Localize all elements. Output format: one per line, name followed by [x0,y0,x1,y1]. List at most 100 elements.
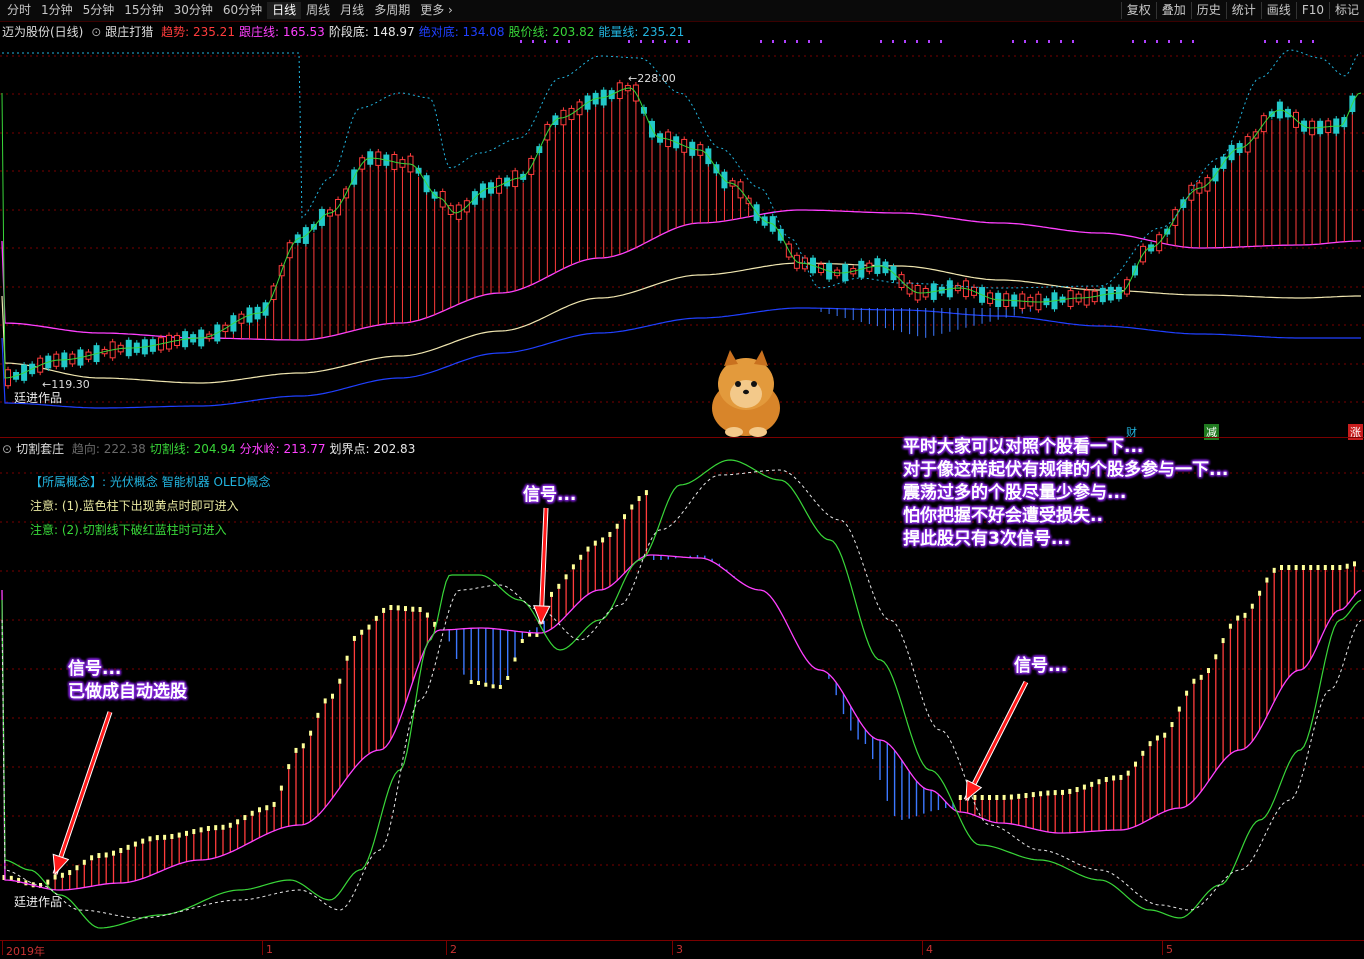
yellow-dot [579,554,583,560]
yellow-dot [309,730,313,736]
period-tab-5[interactable]: 60分钟 [218,2,267,19]
top-signal-dot [916,40,918,43]
yellow-dot [995,795,999,800]
yellow-dot [644,490,648,496]
yellow-dot [192,829,196,835]
sub-author-label: 廷进作品 [14,895,63,909]
yellow-dot [1338,565,1342,570]
yellow-dot [1323,565,1327,570]
yellow-dot [1265,577,1269,583]
yellow-dot [1294,565,1298,570]
toolbar-button-4[interactable]: 画线 [1260,2,1296,19]
yellow-dot [60,872,64,878]
yellow-dot [1068,788,1072,794]
yellow-dot [389,605,393,611]
yellow-dot [1221,638,1225,644]
top-signal-dot [892,40,894,43]
energy-upper-line [2,49,1362,289]
yellow-dot [958,795,962,800]
dog-image [708,350,784,438]
advice-line-2: 震荡过多的个股尽量少参与... [903,483,1127,503]
yellow-dot [980,795,984,800]
yellow-dot [133,841,137,847]
period-tab-4[interactable]: 30分钟 [169,2,218,19]
period-tab-8[interactable]: 月线 [335,2,369,19]
advice-line-4: 捍此股只有3次信号... [903,529,1071,549]
top-signal-dot [1048,40,1050,43]
top-signal-dot [772,40,774,43]
yellow-dot [491,684,495,689]
top-signal-dot [1192,40,1194,43]
yellow-dot [206,825,210,831]
yellow-dot [301,743,305,749]
toolbar-button-5[interactable]: F10 [1295,2,1329,19]
yellow-dot [623,514,626,520]
yellow-dot [1185,690,1189,696]
yellow-dot [973,795,977,800]
yellow-dot [1024,792,1028,798]
yellow-dot [1316,565,1320,570]
yellow-dot [243,815,247,821]
yellow-dot [367,624,371,630]
toolbar-button-0[interactable]: 复权 [1120,2,1156,19]
indicator-name[interactable]: 跟庄打猎 [105,25,153,39]
yellow-dot [425,612,429,618]
top-signal-dot [544,40,546,43]
signal-1-subtext: 已做成自动选股 [68,682,187,702]
main-author-label: 廷进作品 [14,391,63,405]
advice-line-0: 平时大家可以对照个股看一下... [903,437,1144,457]
main-price-chart[interactable] [0,38,1364,438]
yellow-dot [1207,668,1210,674]
yellow-dot [418,607,422,613]
toolbar-button-2[interactable]: 历史 [1190,2,1226,19]
yellow-dot [199,827,203,833]
yellow-dot [1309,565,1313,570]
yellow-dot [1163,732,1167,738]
top-signal-dot [1180,40,1182,43]
period-tab-6[interactable]: 日线 [267,2,302,19]
toolbar-button-1[interactable]: 叠加 [1155,2,1191,19]
yellow-dot [1236,615,1240,621]
yellow-dot [1214,654,1218,660]
yellow-dot [1353,561,1356,567]
toolbar-button-6[interactable]: 标记 [1328,2,1364,19]
yellow-dot [1090,781,1094,787]
yellow-dot [1002,794,1006,800]
period-tab-0[interactable]: 分时 [2,2,36,19]
period-tab-10[interactable]: 更多 › [415,2,458,19]
yellow-dot [112,850,115,856]
toolbar-button-3[interactable]: 统计 [1225,2,1261,19]
yellow-dot [586,546,590,552]
watershed-line [1,554,1362,891]
yellow-dot [404,606,407,612]
yellow-dot [506,675,510,680]
yellow-dot [148,836,152,842]
yellow-dot [126,844,130,850]
top-signal-dot [532,40,534,43]
yellow-dot [1082,784,1086,790]
period-tab-3[interactable]: 15分钟 [119,2,168,19]
top-signal-dot [628,40,630,43]
top-signal-dot [652,40,654,43]
yellow-dot [608,531,612,537]
indicator-dropdown-icon[interactable]: ⊙ [91,25,101,39]
xaxis-label-0: 2019年 [6,945,45,958]
yellow-dot [75,865,79,871]
yellow-dot [1119,774,1123,780]
yellow-dot [170,833,174,839]
yellow-dot [221,824,225,830]
yellow-dot [338,678,342,684]
top-signal-dot [520,40,522,43]
xaxis-label-3: 3 [676,943,683,956]
top-signal-dot [1264,40,1266,43]
top-signal-dot [1036,40,1038,43]
top-signal-dot [1012,40,1014,43]
period-tab-9[interactable]: 多周期 [369,2,415,19]
period-tab-1[interactable]: 1分钟 [36,2,78,19]
top-signal-dot [1168,40,1170,43]
top-signal-dot [1288,40,1290,43]
period-tab-7[interactable]: 周线 [301,2,335,19]
yellow-dot [469,680,473,685]
period-tab-2[interactable]: 5分钟 [78,2,120,19]
top-signal-dot [640,40,642,43]
